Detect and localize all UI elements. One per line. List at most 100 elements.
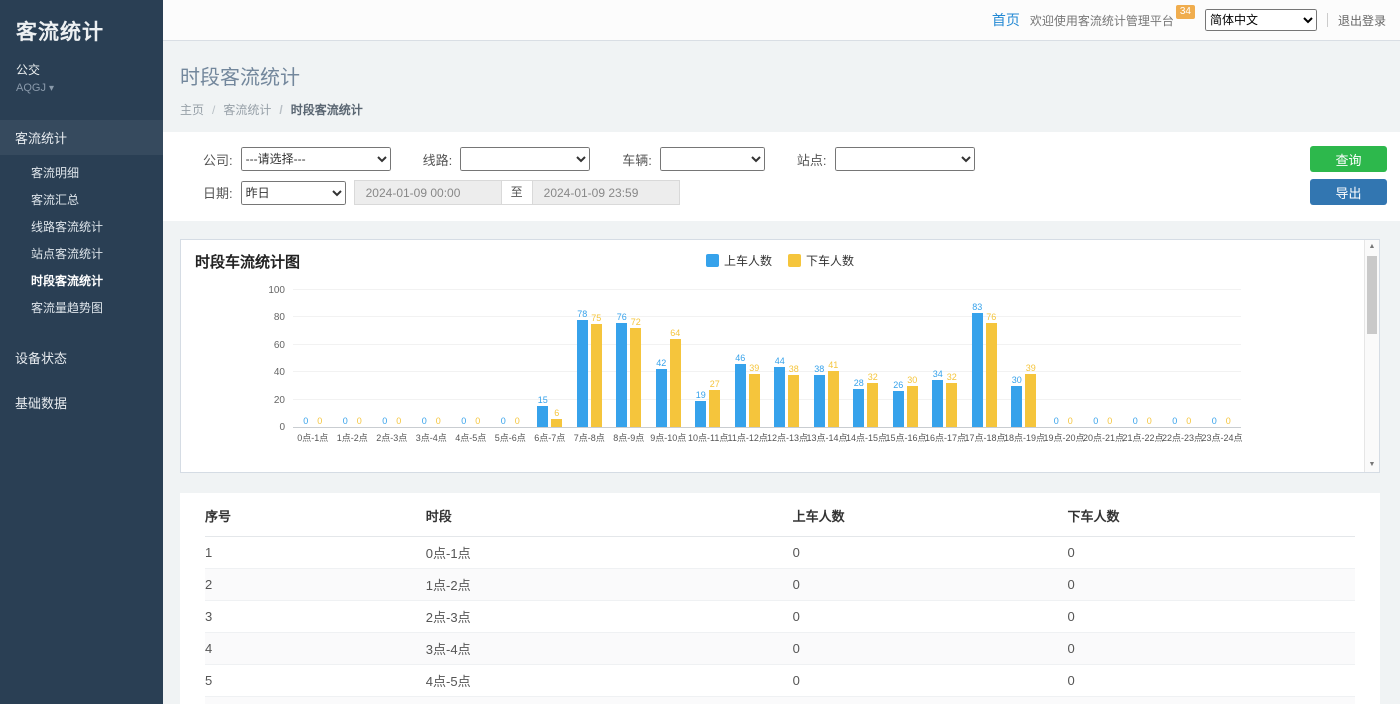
- bar-value-label: 38: [814, 364, 824, 374]
- main-content: 时段客流统计 主页客流统计时段客流统计 公司: ---请选择--- 线路: 车辆…: [163, 41, 1400, 704]
- sidebar-section-passenger-stats[interactable]: 客流统计: [0, 120, 163, 155]
- bar: [695, 401, 706, 427]
- bar-group: 0023点-24点: [1202, 291, 1242, 427]
- col-header-period: 时段: [426, 495, 793, 537]
- x-axis-label: 8点-9点: [609, 431, 649, 444]
- query-button[interactable]: 查询: [1310, 146, 1387, 172]
- y-tick-label: 80: [274, 312, 285, 323]
- table-cell: 6: [205, 697, 426, 704]
- bar-value-label: 46: [735, 353, 745, 363]
- table-cell: 1: [205, 537, 426, 569]
- table-header-row: 序号 时段 上车人数 下车人数: [205, 495, 1355, 537]
- bar-group: 003点-4点: [412, 291, 452, 427]
- bar-value-label: 0: [1068, 416, 1073, 426]
- y-tick-label: 0: [279, 422, 285, 433]
- export-button[interactable]: 导出: [1310, 179, 1387, 205]
- bar-value-label: 27: [710, 379, 720, 389]
- x-axis-label: 12点-13点: [767, 431, 807, 444]
- bar-group: 263015点-16点: [886, 291, 926, 427]
- legend-swatch: [706, 254, 719, 267]
- sidebar-item-period-stats[interactable]: 时段客流统计: [0, 267, 163, 294]
- bar-group: 837617点-18点: [965, 291, 1005, 427]
- company-select[interactable]: ---请选择---: [241, 147, 391, 171]
- notification-badge[interactable]: 34: [1176, 5, 1195, 19]
- bar-value-label: 75: [591, 313, 601, 323]
- sidebar: 客流统计 公交 AQGJ 客流统计 客流明细 客流汇总 线路客流统计 站点客流统…: [0, 0, 163, 704]
- table-cell: 2: [205, 569, 426, 601]
- home-link[interactable]: 首页: [992, 10, 1020, 30]
- bar-group: 42649点-10点: [649, 291, 689, 427]
- bar-group: 343216点-17点: [925, 291, 965, 427]
- table-cell: 5点-6点: [426, 697, 793, 704]
- y-tick-label: 20: [274, 395, 285, 406]
- bar: [986, 323, 997, 427]
- bar-group: 005点-6点: [491, 291, 531, 427]
- breadcrumb-passenger-stats[interactable]: 客流统计: [204, 103, 271, 117]
- col-header-boarding: 上车人数: [793, 495, 1068, 537]
- table-cell: 0: [793, 633, 1068, 665]
- bar-value-label: 41: [828, 360, 838, 370]
- sidebar-item-passenger-summary[interactable]: 客流汇总: [0, 186, 163, 213]
- sidebar-submenu: 客流明细 客流汇总 线路客流统计 站点客流统计 时段客流统计 客流量趋势图: [0, 155, 163, 331]
- bar-value-label: 0: [515, 416, 520, 426]
- x-axis-label: 0点-1点: [293, 431, 333, 444]
- chart-legend: 上车人数下车人数: [181, 252, 1379, 269]
- bar-value-label: 32: [868, 372, 878, 382]
- language-select[interactable]: 简体中文: [1205, 9, 1317, 31]
- x-axis-label: 22点-23点: [1162, 431, 1202, 444]
- bar-value-label: 83: [972, 302, 982, 312]
- logout-link[interactable]: 退出登录: [1338, 12, 1386, 29]
- bar-value-label: 0: [436, 416, 441, 426]
- sidebar-section-base-data[interactable]: 基础数据: [0, 384, 163, 421]
- legend-item[interactable]: 上车人数: [706, 252, 772, 269]
- bar-group: 384113点-14点: [807, 291, 847, 427]
- table-row: 10点-1点00: [205, 537, 1355, 569]
- sidebar-section-device-status[interactable]: 设备状态: [0, 339, 163, 376]
- sidebar-item-station-stats[interactable]: 站点客流统计: [0, 240, 163, 267]
- chart-plot: 000点-1点001点-2点002点-3点003点-4点004点-5点005点-…: [293, 291, 1241, 428]
- bar: [670, 339, 681, 427]
- table-cell: 2点-3点: [426, 601, 793, 633]
- scrollbar-thumb[interactable]: [1367, 256, 1377, 334]
- date-to-input[interactable]: [532, 180, 680, 205]
- date-preset-select[interactable]: 昨日: [241, 181, 346, 205]
- station-select[interactable]: [835, 147, 975, 171]
- bar: [932, 380, 943, 427]
- bar: [828, 371, 839, 427]
- scroll-down-icon[interactable]: ▼: [1365, 458, 1379, 472]
- table-cell: 1点-2点: [426, 569, 793, 601]
- bar-value-label: 0: [1212, 416, 1217, 426]
- breadcrumb-current: 时段客流统计: [271, 103, 362, 117]
- bar-value-label: 19: [696, 390, 706, 400]
- vehicle-select[interactable]: [660, 147, 765, 171]
- bar-value-label: 39: [1026, 363, 1036, 373]
- x-axis-label: 17点-18点: [965, 431, 1005, 444]
- sidebar-item-passenger-detail[interactable]: 客流明细: [0, 159, 163, 186]
- bar-group: 283214点-15点: [846, 291, 886, 427]
- x-axis-label: 19点-20点: [1044, 431, 1084, 444]
- bar-value-label: 0: [317, 416, 322, 426]
- bar-value-label: 0: [461, 416, 466, 426]
- date-from-input[interactable]: [354, 180, 502, 205]
- chart-scrollbar[interactable]: ▲ ▼: [1364, 240, 1379, 472]
- legend-item[interactable]: 下车人数: [788, 252, 854, 269]
- x-axis-label: 1点-2点: [333, 431, 373, 444]
- bar-group: 78757点-8点: [570, 291, 610, 427]
- table-row: 65点-6点00: [205, 697, 1355, 704]
- scroll-up-icon[interactable]: ▲: [1365, 240, 1379, 254]
- sidebar-item-trend-chart[interactable]: 客流量趋势图: [0, 294, 163, 321]
- col-header-no: 序号: [205, 495, 426, 537]
- bar-value-label: 0: [475, 416, 480, 426]
- breadcrumb-home[interactable]: 主页: [180, 103, 204, 117]
- bar-value-label: 28: [854, 378, 864, 388]
- sidebar-item-line-stats[interactable]: 线路客流统计: [0, 213, 163, 240]
- table-cell: 4点-5点: [426, 665, 793, 697]
- breadcrumb: 主页客流统计时段客流统计: [180, 101, 1380, 118]
- table-cell: 5: [205, 665, 426, 697]
- line-select[interactable]: [460, 147, 590, 171]
- company-label: 公司:: [203, 150, 233, 169]
- bar-group: 463911点-12点: [728, 291, 768, 427]
- bar-group: 192710点-11点: [688, 291, 728, 427]
- org-dropdown[interactable]: AQGJ: [16, 82, 147, 94]
- table-cell: 0: [1067, 537, 1355, 569]
